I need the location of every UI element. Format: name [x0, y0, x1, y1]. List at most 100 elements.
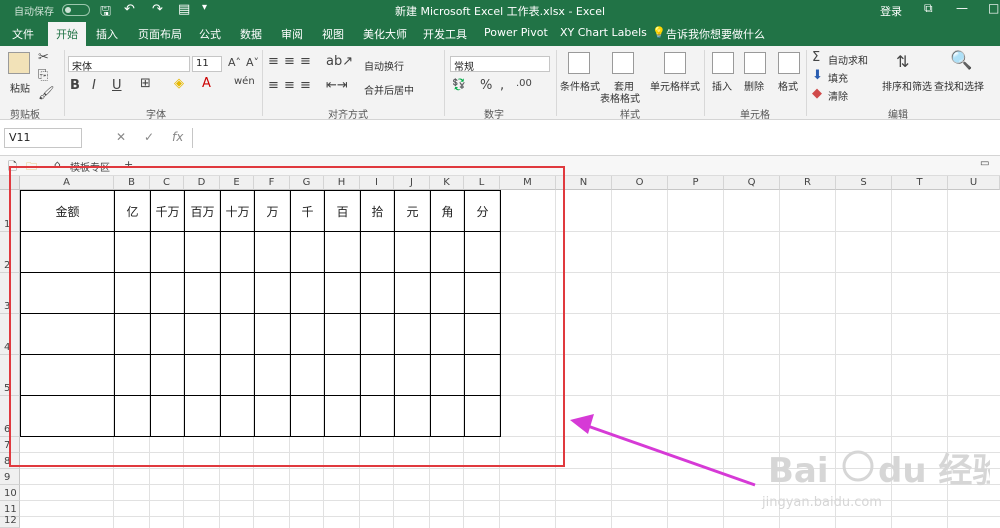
decimal-icon[interactable]: .00	[516, 78, 532, 89]
insert-cells-button[interactable]: 插入	[712, 78, 732, 93]
group-label-styles: 样式	[620, 110, 640, 121]
tab-home[interactable]: 开始	[48, 22, 86, 46]
group-label-clipboard: 剪贴板	[10, 110, 40, 121]
tab-xy-chart-labels[interactable]: XY Chart Labels	[560, 26, 647, 39]
align-bottom-icon[interactable]: ≡	[300, 54, 311, 69]
format-cells-button[interactable]: 格式	[778, 78, 798, 93]
underline-button[interactable]: U	[112, 78, 122, 93]
align-right-icon[interactable]: ≡	[300, 78, 311, 93]
clear-button[interactable]: 清除	[828, 88, 848, 103]
bold-button[interactable]: B	[70, 78, 80, 93]
column-header-S[interactable]: S	[836, 176, 892, 190]
comma-icon[interactable]: ,	[500, 78, 504, 93]
conditional-format-button[interactable]: 条件格式	[560, 78, 600, 93]
conditional-format-icon[interactable]	[568, 52, 590, 74]
font-name-select[interactable]: 宋体	[68, 56, 190, 73]
fill-icon[interactable]: ⬇	[812, 68, 823, 83]
maximize-icon[interactable]: □	[988, 1, 999, 15]
svg-text:jingyan.baidu.com: jingyan.baidu.com	[761, 495, 882, 510]
indent-icon[interactable]: ⇤⇥	[326, 78, 348, 93]
minimize-icon[interactable]: —	[956, 1, 968, 15]
decrease-font-icon[interactable]: A˅	[246, 56, 259, 69]
fill-button[interactable]: 填充	[828, 70, 848, 85]
align-top-icon[interactable]: ≡	[268, 54, 279, 69]
orientation-icon[interactable]: ab↗	[326, 54, 353, 69]
group-label-alignment: 对齐方式	[328, 110, 368, 121]
cell-styles-icon[interactable]	[664, 52, 686, 74]
delete-cells-button[interactable]: 删除	[744, 78, 764, 93]
tab-power-pivot[interactable]: Power Pivot	[484, 26, 548, 39]
row-header-10[interactable]: 10	[0, 485, 20, 501]
baidu-watermark-logo: Bai du 经验 jingyan.baidu.com	[761, 450, 990, 510]
login-button[interactable]: 登录	[880, 3, 902, 19]
column-header-O[interactable]: O	[612, 176, 668, 190]
tab-file[interactable]: 文件	[12, 26, 34, 42]
cancel-icon[interactable]: ✕	[116, 130, 126, 144]
insert-cells-icon[interactable]	[712, 52, 734, 74]
tab-developer[interactable]: 开发工具	[423, 26, 467, 42]
tab-view[interactable]: 视图	[322, 26, 344, 42]
annotation-arrow	[570, 414, 756, 487]
highlight-box	[9, 166, 565, 467]
tab-page-layout[interactable]: 页面布局	[138, 26, 182, 42]
formula-input[interactable]	[192, 128, 1000, 148]
format-cells-icon[interactable]	[778, 52, 800, 74]
fill-color-icon[interactable]: ◈	[174, 76, 184, 91]
copy-icon[interactable]: ⎘	[38, 68, 48, 83]
font-size-select[interactable]: 11	[192, 56, 222, 72]
column-header-U[interactable]: U	[948, 176, 1000, 190]
format-painter-icon[interactable]: 🖌	[38, 86, 55, 101]
tab-insert[interactable]: 插入	[96, 26, 118, 42]
cut-icon[interactable]: ✂	[38, 50, 49, 65]
cell-styles-button[interactable]: 单元格样式	[650, 78, 700, 93]
wrap-text-button[interactable]: 自动换行	[364, 58, 404, 73]
name-box[interactable]: V11	[4, 128, 82, 148]
svg-text:du 经验: du 经验	[878, 451, 990, 491]
clear-icon[interactable]: ◆	[812, 86, 822, 101]
autosum-icon[interactable]: Σ	[812, 50, 820, 65]
column-header-T[interactable]: T	[892, 176, 948, 190]
find-select-button[interactable]: 查找和选择	[934, 78, 984, 93]
sort-filter-button[interactable]: 排序和筛选	[882, 78, 932, 93]
formula-bar: V11 ✕ ✓ fx	[0, 120, 1000, 156]
window-title: 新建 Microsoft Excel 工作表.xlsx - Excel	[394, 5, 606, 18]
column-header-Q[interactable]: Q	[724, 176, 780, 190]
tab-data[interactable]: 数据	[240, 26, 262, 42]
group-label-cells: 单元格	[740, 110, 770, 121]
percent-icon[interactable]: %	[480, 78, 492, 93]
format-as-table-icon[interactable]	[612, 52, 634, 74]
currency-icon[interactable]: 💱	[452, 78, 466, 91]
increase-font-icon[interactable]: A˄	[228, 56, 241, 69]
tab-formulas[interactable]: 公式	[199, 26, 221, 42]
column-header-R[interactable]: R	[780, 176, 836, 190]
enter-icon[interactable]: ✓	[144, 130, 154, 144]
delete-cells-icon[interactable]	[744, 52, 766, 74]
align-center-icon[interactable]: ≡	[284, 78, 295, 93]
phonetic-icon[interactable]: wén	[234, 76, 255, 87]
tab-review[interactable]: 审阅	[281, 26, 303, 42]
sort-filter-icon[interactable]: ⇅	[896, 52, 909, 71]
italic-button[interactable]: I	[92, 78, 96, 93]
font-color-icon[interactable]: A	[202, 76, 211, 91]
tell-me-search[interactable]: 告诉我你想要做什么	[666, 26, 765, 42]
tab-beautify-master[interactable]: 美化大师	[363, 26, 407, 42]
align-middle-icon[interactable]: ≡	[284, 54, 295, 69]
align-left-icon[interactable]: ≡	[268, 78, 279, 93]
row-header-12[interactable]: 12	[0, 515, 20, 528]
ribbon-display-icon[interactable]: ⧉	[924, 1, 933, 16]
format-as-table-label-2[interactable]: 表格格式	[600, 90, 640, 105]
column-header-P[interactable]: P	[668, 176, 724, 190]
row-header-9[interactable]: 9	[0, 469, 20, 485]
tell-me-lightbulb-icon: 💡	[652, 26, 666, 39]
borders-icon[interactable]: ⊞	[140, 76, 151, 91]
paste-button-label[interactable]: 粘贴	[10, 80, 30, 95]
paste-icon[interactable]	[8, 52, 30, 74]
find-select-icon[interactable]: 🔍	[950, 50, 972, 71]
autosum-button[interactable]: 自动求和	[828, 52, 868, 67]
number-format-select[interactable]: 常规	[450, 56, 550, 73]
merge-center-button[interactable]: 合并后居中	[364, 82, 414, 97]
window-layout-icon[interactable]: ▭	[980, 158, 989, 169]
group-label-number: 数字	[484, 110, 504, 121]
insert-function-button[interactable]: fx	[172, 130, 183, 144]
ribbon-tabs: 文件 开始 插入 页面布局 公式 数据 审阅 视图 美化大师 开发工具 Powe…	[0, 22, 1000, 46]
